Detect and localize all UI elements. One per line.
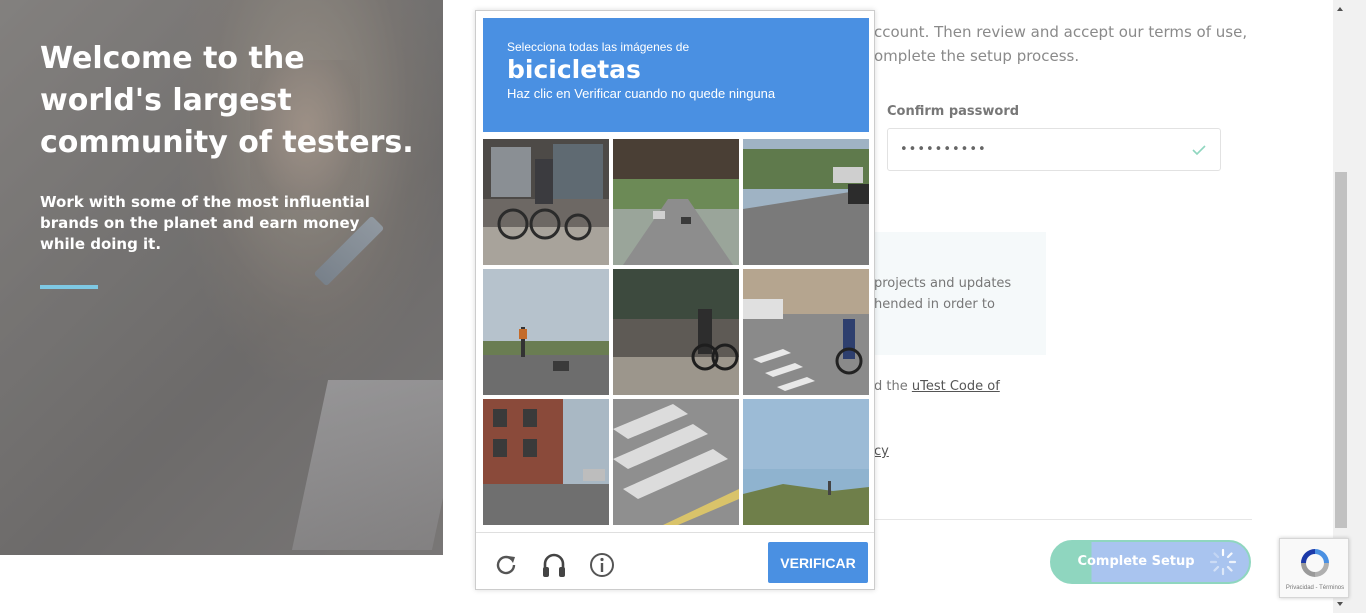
captcha-tile-5[interactable] [613, 269, 739, 395]
info-icon[interactable] [588, 551, 616, 579]
form-intro: ccount. Then review and accept our terms… [874, 23, 1248, 65]
complete-setup-label: Complete Setup [1077, 554, 1195, 569]
confirm-password-label: Confirm password [887, 104, 1020, 119]
hero-subtitle: Work with some of the most influential b… [40, 193, 370, 253]
terms-text: d the uTest Code of [874, 379, 1000, 394]
form-divider [874, 519, 1252, 520]
captcha-tile-3[interactable] [743, 139, 869, 265]
captcha-tile-9[interactable] [743, 399, 869, 525]
captcha-header: Selecciona todas las imágenes de bicicle… [483, 18, 869, 132]
hero-panel: Welcome to the world's largest community… [0, 0, 443, 555]
scroll-down-arrow-icon[interactable] [1333, 596, 1366, 613]
code-of-conduct-link[interactable]: uTest Code of [912, 379, 1000, 394]
confirm-password-input[interactable]: •••••••••• [887, 128, 1221, 171]
captcha-tile-6[interactable] [743, 269, 869, 395]
captcha-hint: Haz clic en Verificar cuando no quede ni… [507, 86, 776, 101]
notification-info-text: projects and updates hended in order to [874, 276, 1012, 312]
scroll-thumb[interactable] [1335, 172, 1347, 528]
audio-icon[interactable] [540, 551, 568, 579]
recaptcha-links[interactable]: Privacidad - Términos [1280, 585, 1350, 591]
captcha-tile-8[interactable] [613, 399, 739, 525]
captcha-instruction: Selecciona todas las imágenes de [507, 40, 690, 54]
captcha-tile-4[interactable] [483, 269, 609, 395]
captcha-footer-divider [476, 532, 874, 533]
terms-prefix: d the [874, 379, 912, 394]
verify-button[interactable]: VERIFICAR [768, 542, 868, 583]
recaptcha-badge[interactable]: Privacidad - Términos [1279, 538, 1349, 598]
captcha-tile-1[interactable] [483, 139, 609, 265]
captcha-image-grid [483, 139, 869, 525]
captcha-challenge: Selecciona todas las imágenes de bicicle… [475, 10, 875, 590]
check-icon [1192, 145, 1206, 156]
recaptcha-logo-icon [1301, 549, 1329, 577]
reload-icon[interactable] [492, 551, 520, 579]
hero-accent-rule [40, 285, 98, 289]
hero-title: Welcome to the world's largest community… [40, 41, 414, 160]
spinner-icon [1209, 548, 1237, 576]
captcha-keyword: bicicletas [507, 55, 641, 84]
privacy-link[interactable]: cy [874, 444, 889, 459]
captcha-tile-2[interactable] [613, 139, 739, 265]
scroll-up-arrow-icon[interactable] [1333, 0, 1366, 17]
captcha-tile-7[interactable] [483, 399, 609, 525]
